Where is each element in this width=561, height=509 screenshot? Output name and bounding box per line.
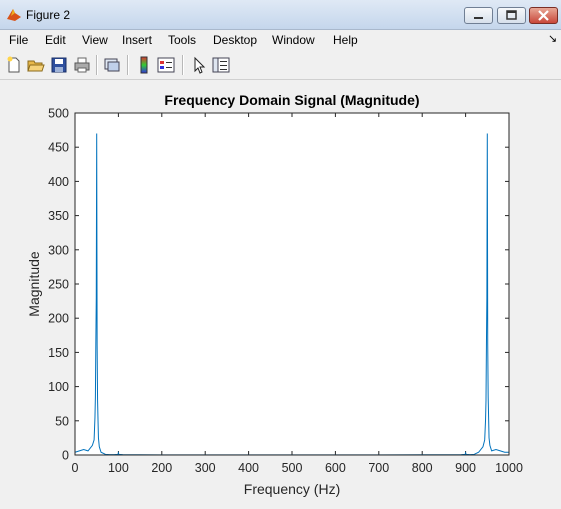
y-tick-label: 250 <box>48 278 69 292</box>
new-figure-icon[interactable] <box>5 56 23 74</box>
x-tick-label: 200 <box>151 461 172 475</box>
x-tick-label: 700 <box>368 461 389 475</box>
x-tick-label: 500 <box>282 461 303 475</box>
menu-bar: File Edit View Insert Tools Desktop Wind… <box>0 30 561 50</box>
colorbar-icon[interactable] <box>135 56 153 74</box>
y-tick-label: 450 <box>48 141 69 155</box>
legend-icon[interactable] <box>157 56 175 74</box>
link-icon[interactable] <box>103 56 121 74</box>
y-tick-label: 100 <box>48 380 69 394</box>
close-icon <box>538 10 549 21</box>
matlab-icon <box>7 9 21 21</box>
x-tick-label: 800 <box>412 461 433 475</box>
figure-area: Frequency Domain Signal (Magnitude) Freq… <box>0 80 561 504</box>
plot-canvas[interactable]: Frequency Domain Signal (Magnitude) Freq… <box>0 80 561 504</box>
y-tick-label: 0 <box>62 449 69 463</box>
y-axis-label: Magnitude <box>26 251 42 317</box>
menu-edit[interactable]: Edit <box>45 33 66 47</box>
maximize-icon <box>506 10 517 20</box>
pointer-icon[interactable] <box>190 56 208 74</box>
toolbar-separator <box>96 55 98 75</box>
y-tick-label: 200 <box>48 312 69 326</box>
x-tick-label: 0 <box>72 461 79 475</box>
y-tick-label: 50 <box>55 414 69 428</box>
y-tick-label: 400 <box>48 175 69 189</box>
window-title: Figure 2 <box>26 8 71 22</box>
menu-tools[interactable]: Tools <box>168 33 196 47</box>
x-tick-label: 300 <box>195 461 216 475</box>
property-editor-icon[interactable] <box>212 56 230 74</box>
x-axis-label: Frequency (Hz) <box>244 481 340 497</box>
minimize-icon <box>474 17 483 19</box>
toolbar-separator <box>182 55 184 75</box>
x-tick-label: 900 <box>455 461 476 475</box>
close-button[interactable] <box>529 7 558 24</box>
chart-title: Frequency Domain Signal (Magnitude) <box>164 92 419 108</box>
save-icon[interactable] <box>50 56 68 74</box>
menu-insert[interactable]: Insert <box>122 33 152 47</box>
menu-desktop[interactable]: Desktop <box>213 33 257 47</box>
axes-background <box>75 113 509 455</box>
menu-file[interactable]: File <box>9 33 28 47</box>
y-tick-label: 150 <box>48 346 69 360</box>
toolbar <box>0 50 561 80</box>
maximize-button[interactable] <box>497 7 526 24</box>
x-tick-label: 100 <box>108 461 129 475</box>
menu-help[interactable]: Help <box>333 33 358 47</box>
minimize-button[interactable] <box>464 7 493 24</box>
menu-window[interactable]: Window <box>272 33 315 47</box>
open-file-icon[interactable] <box>27 56 45 74</box>
dock-arrow-icon[interactable]: ↘ <box>548 32 557 45</box>
y-tick-label: 500 <box>48 107 69 121</box>
menu-view[interactable]: View <box>82 33 108 47</box>
title-bar: Figure 2 <box>0 0 561 30</box>
x-tick-label: 1000 <box>495 461 523 475</box>
x-tick-label: 400 <box>238 461 259 475</box>
y-tick-label: 300 <box>48 243 69 257</box>
toolbar-separator <box>127 55 129 75</box>
print-icon[interactable] <box>73 56 91 74</box>
x-tick-label: 600 <box>325 461 346 475</box>
y-tick-label: 350 <box>48 209 69 223</box>
